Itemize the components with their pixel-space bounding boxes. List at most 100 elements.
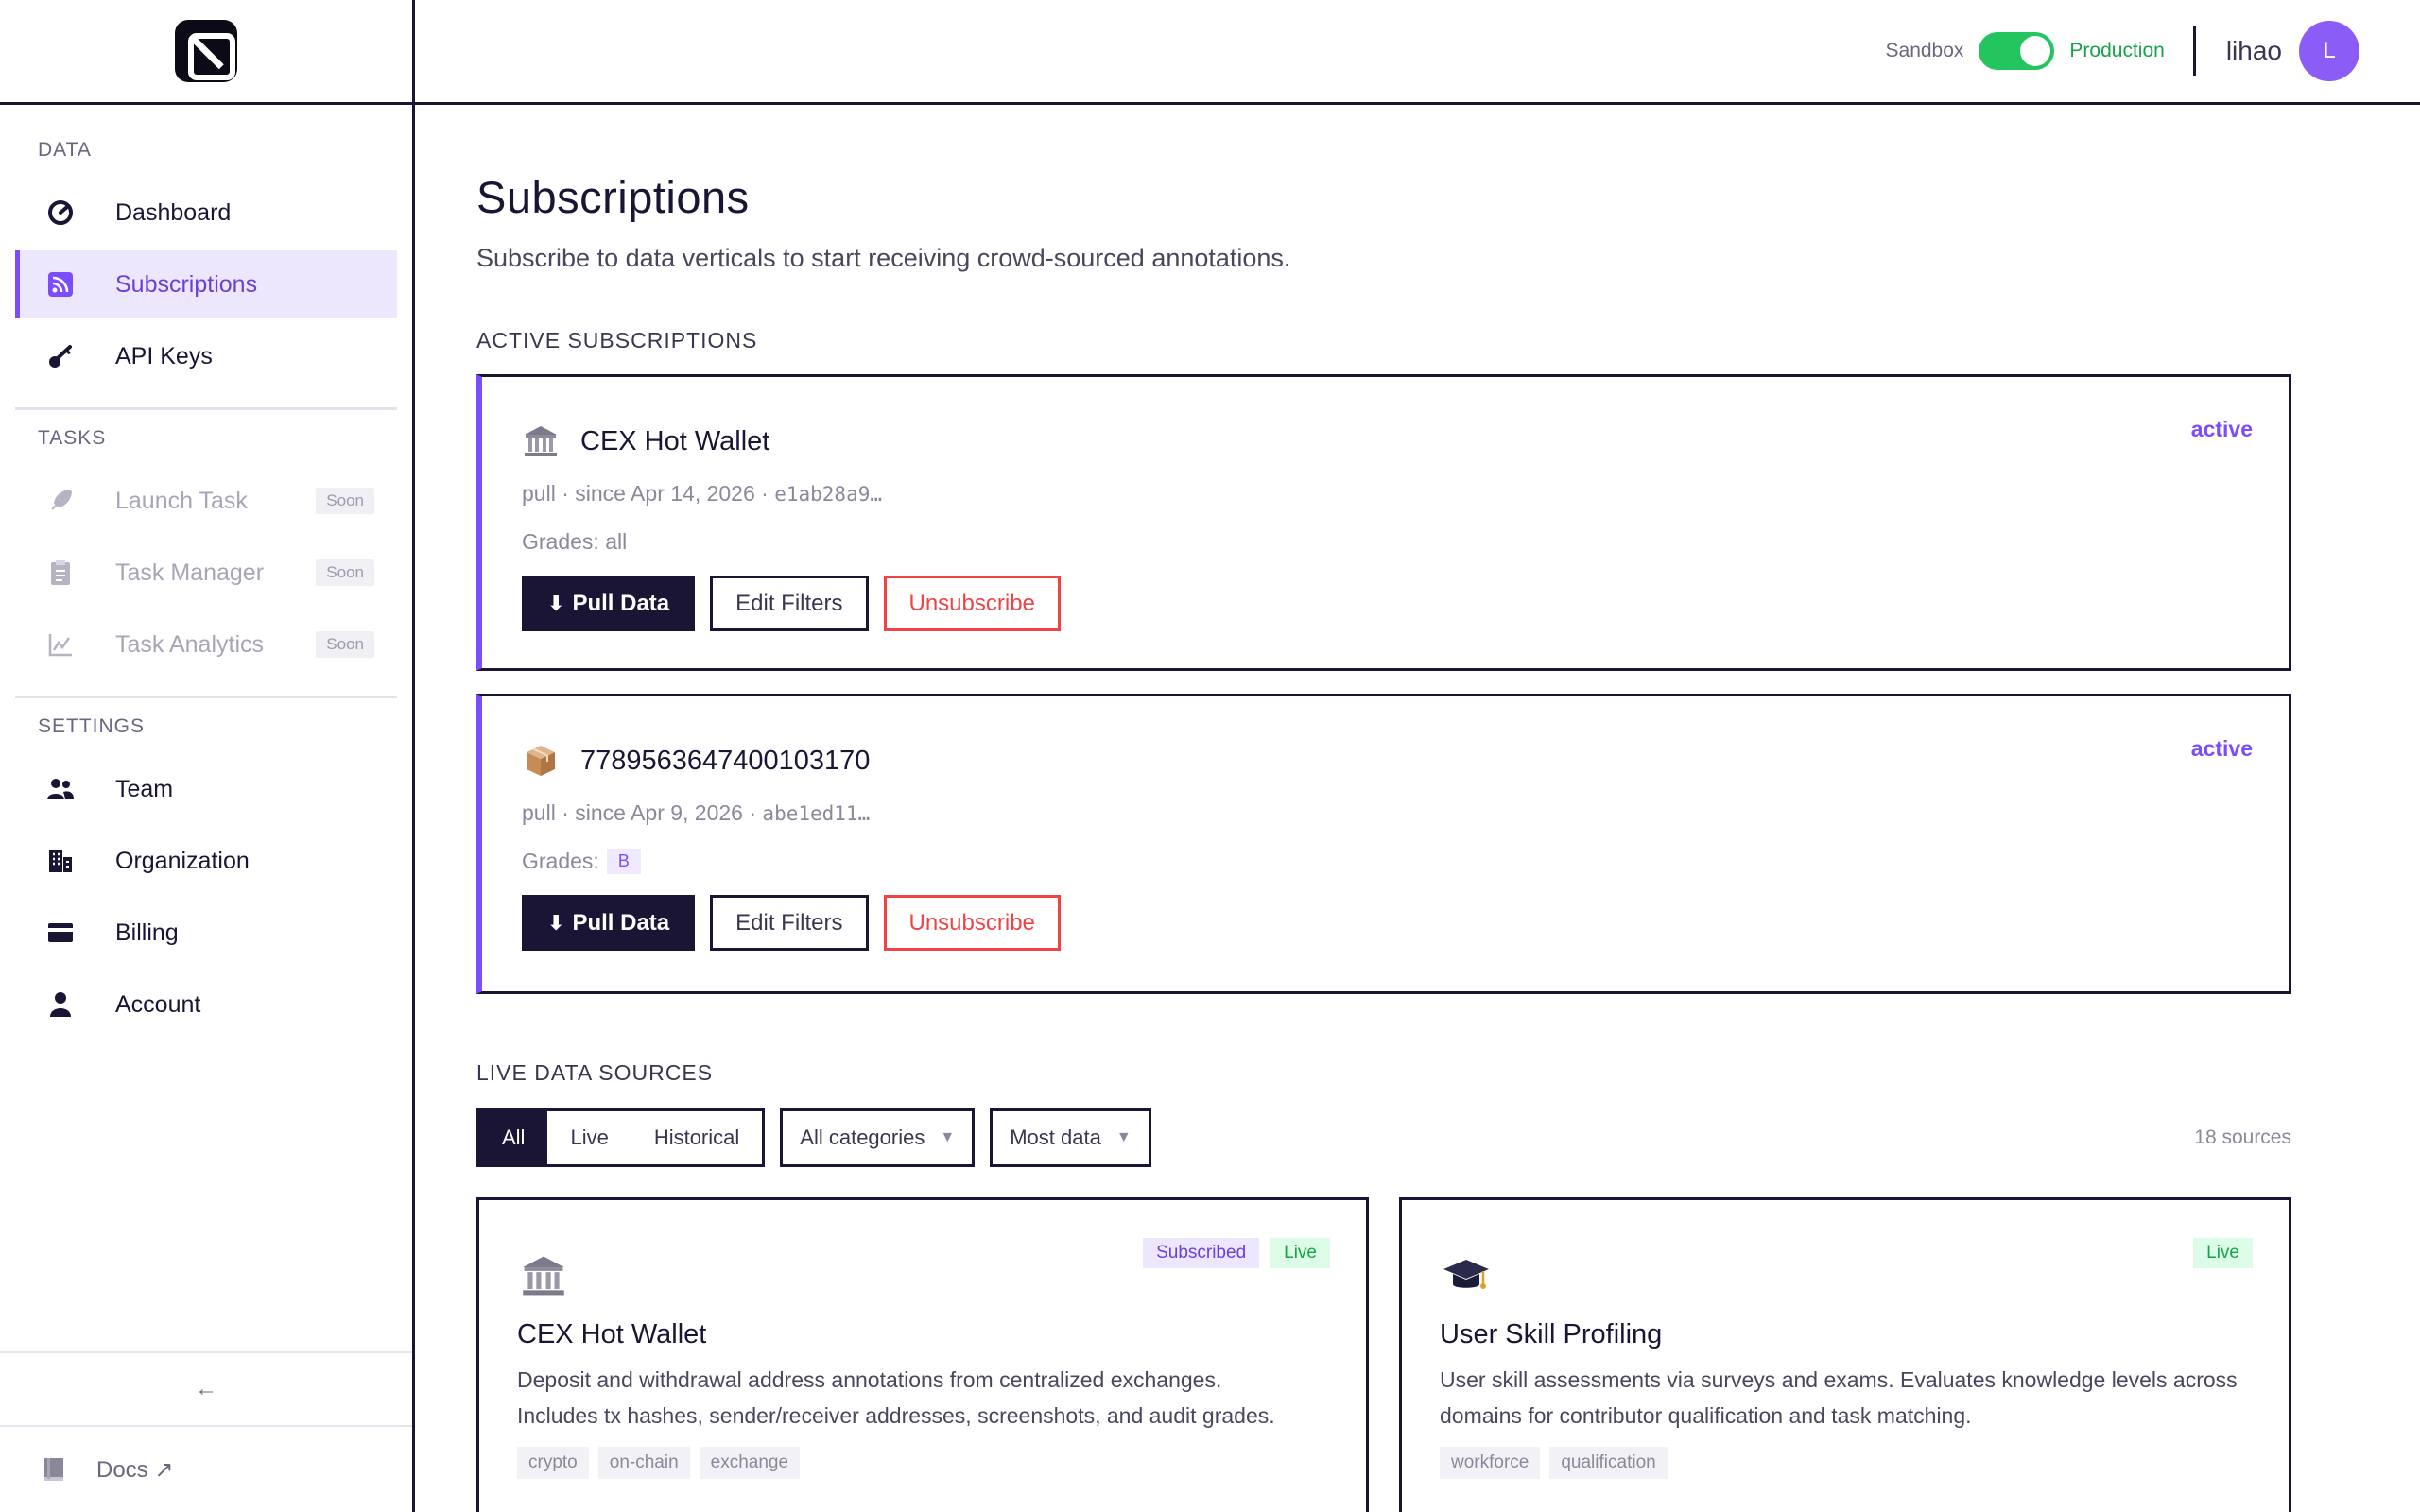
sort-dropdown[interactable]: Most data ▼ bbox=[990, 1108, 1151, 1167]
edit-filters-button[interactable]: Edit Filters bbox=[710, 576, 869, 631]
soon-badge: Soon bbox=[316, 488, 374, 514]
subscription-hash: abe1ed11… bbox=[762, 802, 871, 825]
sidebar-item-label: Launch Task bbox=[115, 487, 248, 514]
subscription-meta: pull · since Apr 9, 2026 · abe1ed11… bbox=[522, 800, 2289, 826]
chart-line-icon bbox=[45, 629, 76, 660]
unsubscribe-button[interactable]: Unsubscribe bbox=[883, 895, 1061, 951]
subscription-meta: pull · since Apr 14, 2026 · e1ab28a9… bbox=[522, 481, 2289, 507]
source-card[interactable]: Live User Skill Profiling User skill ass… bbox=[1399, 1197, 2291, 1512]
tag: qualification bbox=[1549, 1447, 1668, 1479]
status-badge: active bbox=[2190, 736, 2253, 761]
active-subscriptions-heading: ACTIVE SUBSCRIPTIONS bbox=[476, 328, 758, 352]
app-logo[interactable] bbox=[175, 20, 237, 82]
divider bbox=[2192, 26, 2196, 76]
sidebar-item-team[interactable]: Team bbox=[15, 755, 397, 823]
live-badge: Live bbox=[1270, 1238, 1330, 1268]
subscription-actions: ⬇ Pull Data Edit Filters Unsubscribe bbox=[522, 576, 2289, 631]
sort-dropdown-value: Most data bbox=[1010, 1125, 1101, 1149]
tag: on-chain bbox=[597, 1447, 690, 1479]
subscription-grades: Grades: B bbox=[522, 849, 2289, 874]
collapse-sidebar-button[interactable]: ← bbox=[0, 1351, 412, 1427]
pull-data-label: Pull Data bbox=[572, 590, 670, 616]
live-badge: Live bbox=[2193, 1238, 2253, 1268]
sidebar-item-billing[interactable]: Billing bbox=[15, 899, 397, 967]
production-label: Production bbox=[2069, 40, 2165, 61]
edit-filters-button[interactable]: Edit Filters bbox=[710, 895, 869, 951]
pull-data-button[interactable]: ⬇ Pull Data bbox=[522, 576, 696, 631]
sidebar-item-label: Subscriptions bbox=[115, 270, 258, 298]
grades-label: Grades: bbox=[522, 849, 599, 873]
building-icon bbox=[45, 846, 76, 876]
arrow-left-icon: ← bbox=[195, 1376, 217, 1401]
source-name: CEX Hot Wallet bbox=[517, 1319, 707, 1349]
caret-down-icon: ▼ bbox=[940, 1129, 956, 1145]
subscription-header: CEX Hot Wallet bbox=[522, 422, 2289, 460]
nav-section-settings: SETTINGS Team Organization Billing Accou… bbox=[0, 698, 412, 1039]
subscription-name: 7789563647400103170 bbox=[580, 745, 871, 776]
subscription-hash: e1ab28a9… bbox=[774, 483, 883, 506]
main-content: Subscriptions Subscribe to data vertical… bbox=[476, 105, 2291, 1512]
sidebar-item-label: API Keys bbox=[115, 342, 213, 369]
sidebar-item-label: Task Analytics bbox=[115, 630, 265, 658]
rocket-icon bbox=[45, 486, 76, 516]
username: lihao bbox=[2225, 36, 2282, 65]
clipboard-icon bbox=[45, 558, 76, 588]
source-description: Deposit and withdrawal address annotatio… bbox=[517, 1362, 1328, 1434]
subscription-card: CEX Hot Wallet active pull · since Apr 1… bbox=[476, 374, 2291, 671]
docs-link[interactable]: Docs ↗ bbox=[0, 1427, 412, 1512]
gauge-icon bbox=[45, 198, 76, 228]
source-tags: crypto on-chain exchange bbox=[517, 1447, 1328, 1479]
docs-label: Docs ↗ bbox=[96, 1456, 174, 1483]
sidebar-item-label: Billing bbox=[115, 919, 179, 946]
pull-data-button[interactable]: ⬇ Pull Data bbox=[522, 895, 696, 951]
nav-heading-settings: SETTINGS bbox=[38, 715, 146, 737]
sidebar-item-label: Account bbox=[115, 990, 201, 1018]
sidebar-item-account[interactable]: Account bbox=[15, 971, 397, 1039]
source-description-line: User skill assessments via surveys and e… bbox=[1440, 1367, 2238, 1392]
unsubscribe-button[interactable]: Unsubscribe bbox=[883, 576, 1061, 631]
download-icon: ⬇ bbox=[547, 591, 565, 615]
source-card[interactable]: Subscribed Live CEX Hot Wallet Deposit a… bbox=[476, 1197, 1369, 1512]
sidebar-item-launch-task[interactable]: Launch Task Soon bbox=[15, 467, 397, 535]
bank-icon bbox=[522, 422, 560, 460]
sidebar-item-label: Dashboard bbox=[115, 198, 232, 226]
source-badges: Live bbox=[2182, 1238, 2253, 1268]
sidebar-item-subscriptions[interactable]: Subscriptions bbox=[15, 250, 397, 318]
source-description-line: domains for contributor qualification an… bbox=[1440, 1403, 1972, 1428]
subscription-meta-text: pull · since Apr 14, 2026 · bbox=[522, 481, 775, 506]
grade-chip: B bbox=[606, 849, 641, 874]
subscribed-badge: Subscribed bbox=[1143, 1238, 1260, 1268]
status-badge: active bbox=[2190, 417, 2253, 441]
sidebar-item-dashboard[interactable]: Dashboard bbox=[15, 179, 397, 247]
tag: exchange bbox=[699, 1447, 801, 1479]
caret-down-icon: ▼ bbox=[1115, 1129, 1132, 1145]
source-grid: Subscribed Live CEX Hot Wallet Deposit a… bbox=[476, 1197, 2291, 1512]
filter-historical-tab[interactable]: Historical bbox=[631, 1111, 762, 1164]
environment-toggle[interactable] bbox=[1979, 32, 2055, 70]
page-title: Subscriptions bbox=[476, 172, 750, 222]
sidebar-item-task-manager[interactable]: Task Manager Soon bbox=[15, 539, 397, 607]
source-description-line: Deposit and withdrawal address annotatio… bbox=[517, 1367, 1222, 1392]
book-icon bbox=[42, 1456, 68, 1483]
nav-section-tasks: TASKS Launch Task Soon Task Manager Soon… bbox=[0, 410, 412, 698]
avatar[interactable]: L bbox=[2299, 21, 2360, 81]
page-subtitle: Subscribe to data verticals to start rec… bbox=[476, 244, 1291, 272]
sidebar-item-label: Organization bbox=[115, 847, 250, 874]
subscription-actions: ⬇ Pull Data Edit Filters Unsubscribe bbox=[522, 895, 2289, 951]
source-type-segmented-control: All Live Historical bbox=[476, 1108, 766, 1167]
sidebar-item-api-keys[interactable]: API Keys bbox=[15, 322, 397, 390]
sandbox-label: Sandbox bbox=[1885, 40, 1964, 61]
subscription-meta-text: pull · since Apr 9, 2026 · bbox=[522, 800, 763, 825]
key-icon bbox=[45, 341, 76, 371]
filter-all-tab[interactable]: All bbox=[479, 1111, 548, 1164]
category-dropdown[interactable]: All categories ▼ bbox=[780, 1108, 976, 1167]
source-description-line: Includes tx hashes, sender/receiver addr… bbox=[517, 1403, 1275, 1428]
rss-icon bbox=[45, 269, 76, 300]
subscription-header: 7789563647400103170 bbox=[522, 742, 2289, 780]
source-filters: All Live Historical All categories ▼ Mos… bbox=[476, 1108, 2291, 1167]
logo-area bbox=[0, 0, 412, 105]
sidebar-item-organization[interactable]: Organization bbox=[15, 827, 397, 895]
download-icon: ⬇ bbox=[547, 910, 565, 935]
filter-live-tab[interactable]: Live bbox=[547, 1111, 631, 1164]
sidebar-item-task-analytics[interactable]: Task Analytics Soon bbox=[15, 610, 397, 679]
